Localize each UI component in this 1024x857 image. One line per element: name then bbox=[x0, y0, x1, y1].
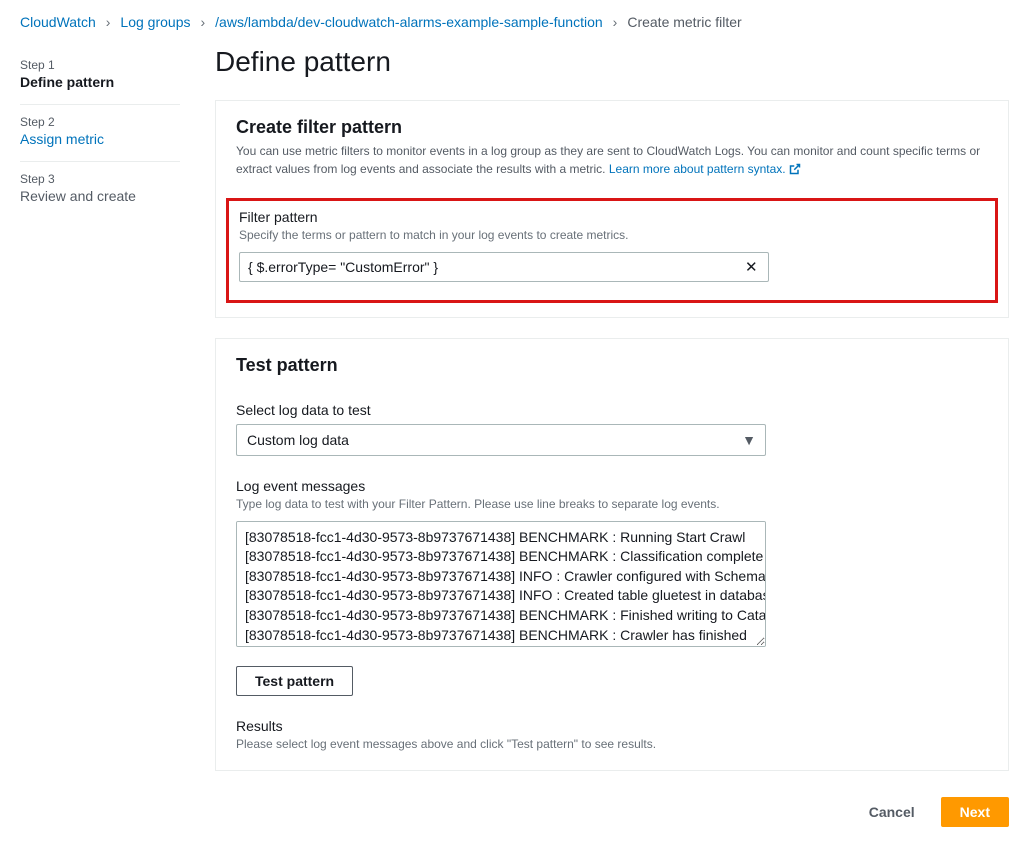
wizard-step-assign-metric[interactable]: Step 2 Assign metric bbox=[20, 105, 180, 162]
step-num: Step 2 bbox=[20, 115, 180, 129]
log-event-messages-textarea[interactable] bbox=[236, 521, 766, 647]
log-data-select[interactable]: Custom log data bbox=[236, 424, 766, 456]
panel-subtitle: You can use metric filters to monitor ev… bbox=[236, 142, 988, 180]
chevron-right-icon: › bbox=[106, 14, 111, 30]
external-link-icon bbox=[789, 162, 801, 180]
page-title: Define pattern bbox=[215, 46, 1009, 78]
create-filter-pattern-panel: Create filter pattern You can use metric… bbox=[215, 100, 1009, 318]
test-pattern-button[interactable]: Test pattern bbox=[236, 666, 353, 696]
breadcrumb-current: Create metric filter bbox=[627, 14, 741, 30]
wizard-step-review-create: Step 3 Review and create bbox=[20, 162, 180, 218]
step-label: Define pattern bbox=[20, 74, 180, 90]
step-num: Step 3 bbox=[20, 172, 180, 186]
chevron-right-icon: › bbox=[613, 14, 618, 30]
panel-title: Test pattern bbox=[236, 355, 988, 376]
cancel-button[interactable]: Cancel bbox=[851, 797, 933, 827]
next-button[interactable]: Next bbox=[941, 797, 1009, 827]
step-label: Assign metric bbox=[20, 131, 180, 147]
chevron-right-icon: › bbox=[200, 14, 205, 30]
step-num: Step 1 bbox=[20, 58, 180, 72]
filter-pattern-label: Filter pattern bbox=[239, 209, 985, 225]
breadcrumb-cloudwatch[interactable]: CloudWatch bbox=[20, 14, 96, 30]
select-log-data-label: Select log data to test bbox=[236, 402, 988, 418]
filter-pattern-input[interactable] bbox=[239, 252, 769, 282]
panel-title: Create filter pattern bbox=[236, 117, 988, 138]
wizard-steps-sidebar: Step 1 Define pattern Step 2 Assign metr… bbox=[0, 40, 200, 226]
log-event-messages-sub: Type log data to test with your Filter P… bbox=[236, 496, 988, 513]
results-sub: Please select log event messages above a… bbox=[236, 736, 988, 753]
test-pattern-panel: Test pattern Select log data to test Cus… bbox=[215, 338, 1009, 772]
log-event-messages-label: Log event messages bbox=[236, 478, 988, 494]
filter-pattern-highlight: Filter pattern Specify the terms or patt… bbox=[226, 198, 998, 303]
footer-actions: Cancel Next bbox=[215, 791, 1009, 837]
wizard-step-define-pattern[interactable]: Step 1 Define pattern bbox=[20, 48, 180, 105]
results-label: Results bbox=[236, 718, 988, 734]
filter-pattern-sub: Specify the terms or pattern to match in… bbox=[239, 227, 985, 244]
pattern-syntax-link[interactable]: Learn more about pattern syntax. bbox=[609, 162, 801, 176]
step-label: Review and create bbox=[20, 188, 180, 204]
breadcrumb-log-group-name[interactable]: /aws/lambda/dev-cloudwatch-alarms-exampl… bbox=[215, 14, 603, 30]
breadcrumb-log-groups[interactable]: Log groups bbox=[120, 14, 190, 30]
clear-input-button[interactable]: ✕ bbox=[741, 254, 762, 280]
close-icon: ✕ bbox=[745, 259, 758, 276]
breadcrumb: CloudWatch › Log groups › /aws/lambda/de… bbox=[0, 0, 1024, 40]
